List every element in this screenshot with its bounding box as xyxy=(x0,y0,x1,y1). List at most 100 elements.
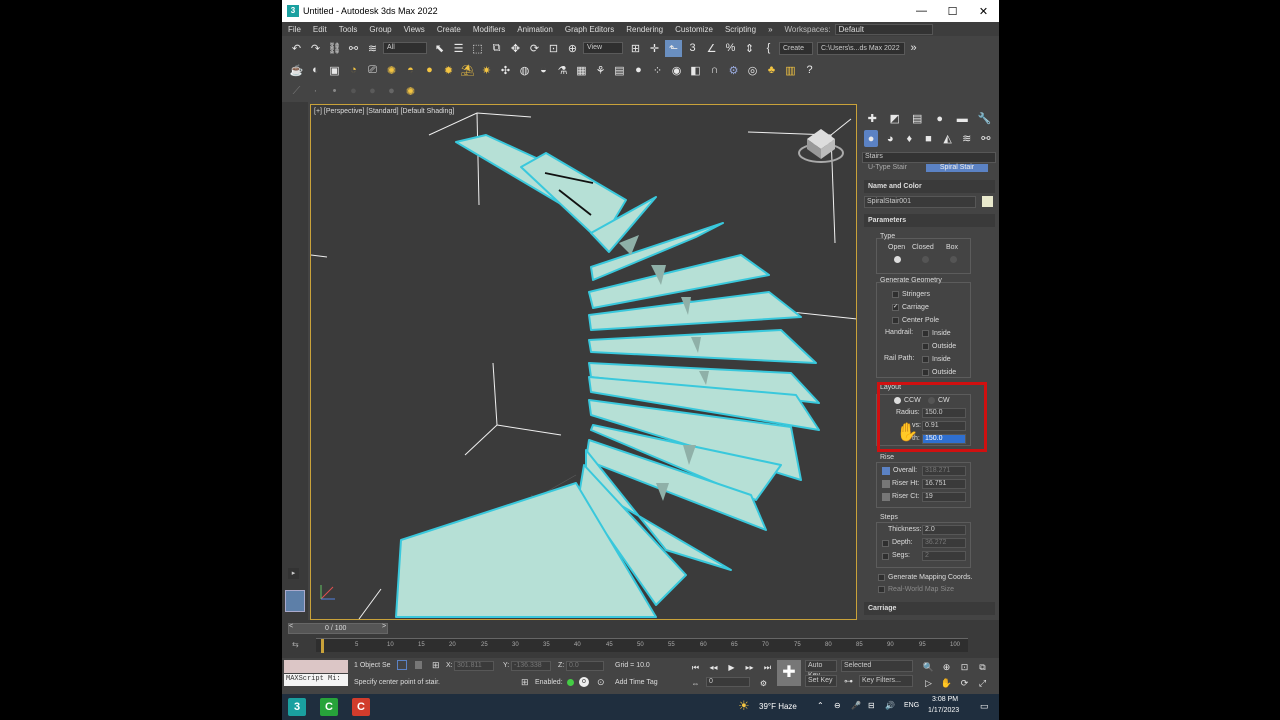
skylight-icon[interactable]: ◓ xyxy=(402,62,419,79)
reference-coordinate-select[interactable]: View xyxy=(583,42,623,54)
redo-icon[interactable]: ↷ xyxy=(307,40,324,57)
real-world-checkbox[interactable] xyxy=(878,586,885,593)
key-mode-icon[interactable]: ⇔ xyxy=(687,675,704,692)
cameras-icon[interactable]: ■ xyxy=(921,130,935,147)
toolbar-overflow-icon[interactable]: » xyxy=(905,40,922,57)
isolate-icon[interactable] xyxy=(397,660,407,670)
spacewarps-icon[interactable]: ≋ xyxy=(960,130,974,147)
window-crossing-icon[interactable]: ⧉ xyxy=(488,40,505,57)
lights-icon[interactable]: ♦ xyxy=(902,130,916,147)
omni-light-icon[interactable]: ✺ xyxy=(383,62,400,79)
select-object-icon[interactable]: ⬉ xyxy=(431,40,448,57)
notes-icon[interactable]: ▥ xyxy=(782,62,799,79)
orbit-icon[interactable]: ⟳ xyxy=(956,675,973,692)
tray-volume-icon[interactable]: 🔊 xyxy=(885,701,895,710)
move-icon[interactable]: ✥ xyxy=(507,40,524,57)
adaptive-icon[interactable]: o xyxy=(579,677,589,687)
carriage-rollout[interactable]: Carriage xyxy=(864,602,995,615)
selection-filter[interactable]: All xyxy=(383,42,427,54)
create-tab-icon[interactable]: ✚ xyxy=(864,110,881,127)
workspace-select[interactable]: Default xyxy=(834,23,933,35)
mapping-checkbox[interactable] xyxy=(878,574,885,581)
sunburst-icon[interactable]: ✺ xyxy=(402,83,419,100)
snaps-toggle-icon[interactable]: 3 xyxy=(684,40,701,57)
type-closed-radio[interactable] xyxy=(922,256,929,263)
menu-modifiers[interactable]: Modifiers xyxy=(467,25,511,34)
parameters-rollout[interactable]: Parameters xyxy=(864,214,995,227)
menu-animation[interactable]: Animation xyxy=(511,25,559,34)
particle-icon[interactable]: ⚘ xyxy=(592,62,609,79)
utype-stair-button[interactable]: U-Type Stair xyxy=(868,164,907,171)
box-icon[interactable]: ▣ xyxy=(326,62,343,79)
object-name-field[interactable]: SpiralStair001 xyxy=(864,196,976,208)
render-production-icon[interactable]: ▦ xyxy=(573,62,590,79)
link-icon[interactable]: ⛓ xyxy=(326,40,343,57)
zoom-extents-all-icon[interactable]: ⧉ xyxy=(974,659,991,676)
set-key-big-button[interactable]: ✚ xyxy=(777,660,801,686)
menu-rendering[interactable]: Rendering xyxy=(620,25,669,34)
segs-checkbox[interactable] xyxy=(882,553,889,560)
scale-icon[interactable]: ⊡ xyxy=(545,40,562,57)
key-filter-icon[interactable]: ⊶ xyxy=(844,676,853,687)
display-tab-icon[interactable]: ▬ xyxy=(954,110,971,127)
selected-dropdown[interactable]: Selected xyxy=(841,660,913,672)
tray-mic-icon[interactable]: 🎤 xyxy=(851,701,861,710)
menu-tools[interactable]: Tools xyxy=(333,25,364,34)
material-editor-icon[interactable]: ◍ xyxy=(516,62,533,79)
rect-selection-icon[interactable]: ⬚ xyxy=(469,40,486,57)
tray-network-icon[interactable]: ⊟ xyxy=(868,701,875,710)
menu-group[interactable]: Group xyxy=(363,25,397,34)
time-tag-icon[interactable]: ⊞ xyxy=(521,677,529,688)
clock-time[interactable]: 3:08 PM xyxy=(932,696,958,703)
help-icon[interactable]: ? xyxy=(801,62,818,79)
zoom-all-icon[interactable]: ⊕ xyxy=(938,659,955,676)
sphere-grey-icon[interactable]: ● xyxy=(630,62,647,79)
riser-ht-spinner[interactable]: 16.751 xyxy=(922,479,966,489)
unlink-icon[interactable]: ⚯ xyxy=(345,40,362,57)
z-coord[interactable]: 0.0 xyxy=(566,661,604,671)
circle-dark-icon[interactable]: ● xyxy=(345,83,362,100)
prev-frame-icon[interactable]: ◂◂ xyxy=(705,659,722,676)
taskbar-recorder-icon[interactable]: C xyxy=(352,698,370,716)
thickness-spinner[interactable]: 2.0 xyxy=(922,525,966,535)
undo-icon[interactable]: ↶ xyxy=(288,40,305,57)
minimize-icon[interactable]: — xyxy=(906,5,937,17)
tray-up-icon[interactable]: ⌃ xyxy=(817,701,824,710)
slider-left-icon[interactable]: < xyxy=(289,623,293,630)
weather-text[interactable]: 39°F Haze xyxy=(759,702,797,711)
taskbar-camtasia-icon[interactable]: C xyxy=(320,698,338,716)
carriage-checkbox[interactable]: ✓ xyxy=(892,304,899,311)
type-open-radio[interactable] xyxy=(894,256,901,263)
project-path[interactable]: C:\Users\s...ds Max 2022 xyxy=(817,41,905,55)
play-icon[interactable]: ▶ xyxy=(723,659,740,676)
depth-spinner[interactable]: 36.272 xyxy=(922,538,966,548)
maxscript-listener[interactable]: MAXScript Mi: xyxy=(284,674,348,686)
select-manipulate-icon[interactable]: ✛ xyxy=(646,40,663,57)
menu-overflow-icon[interactable]: » xyxy=(762,25,778,34)
goto-end-icon[interactable]: ⏭ xyxy=(759,659,776,676)
circle-light-icon[interactable]: ● xyxy=(383,83,400,100)
stringers-checkbox[interactable] xyxy=(892,291,899,298)
time-cursor[interactable] xyxy=(321,639,324,653)
wand-icon[interactable]: ⟋ xyxy=(288,83,305,100)
weather-icon[interactable]: ☀ xyxy=(738,698,750,714)
circle-mid-icon[interactable]: ● xyxy=(364,83,381,100)
riser-ct-spinner[interactable]: 19 xyxy=(922,492,966,502)
viewport-layout-icon[interactable] xyxy=(285,590,305,612)
key-filters-button[interactable]: Key Filters... xyxy=(859,675,913,687)
time-slider[interactable]: 0 / 100 xyxy=(288,623,388,634)
handrail-outside-checkbox[interactable] xyxy=(922,343,929,350)
x-coord[interactable]: 301.811 xyxy=(454,661,494,671)
tray-app-icon[interactable]: ⊖ xyxy=(834,701,841,710)
riser-ct-lock-icon[interactable] xyxy=(882,493,890,501)
enabled-indicator[interactable] xyxy=(567,679,574,686)
fov-icon[interactable]: ▷ xyxy=(920,675,937,692)
menu-graph-editors[interactable]: Graph Editors xyxy=(559,25,620,34)
category-select[interactable]: Stairs xyxy=(862,152,996,163)
environment-icon[interactable]: ✣ xyxy=(497,62,514,79)
slider-right-icon[interactable]: > xyxy=(382,623,386,630)
y-coord[interactable]: -136.338 xyxy=(511,661,551,671)
perspective-viewport[interactable]: [+] [Perspective] [Standard] [Default Sh… xyxy=(310,104,857,620)
photometric-icon[interactable]: ✹ xyxy=(440,62,457,79)
material-browser-icon[interactable]: ◉ xyxy=(668,62,685,79)
